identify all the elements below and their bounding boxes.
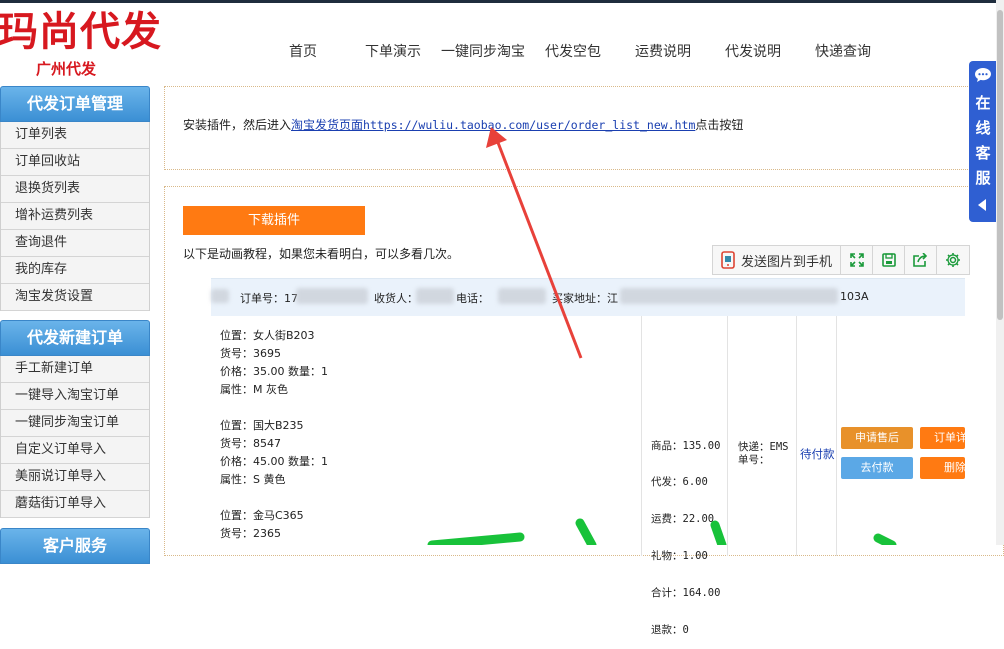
order-number-label: 订单号：17 [240,292,298,305]
expand-icon [849,253,864,267]
online-service-label: 在 线 客 服 [975,94,991,187]
nav-shipping-fee[interactable]: 运费说明 [635,42,691,62]
sidebar-item-order-recycle[interactable]: 订单回收站 [1,149,149,176]
sidebar-item-taobao-ship-settings[interactable]: 淘宝发货设置 [1,284,149,311]
item-location: 位置：女人街B203 [220,329,315,342]
column-divider [796,316,797,556]
shipping-express: 快递：EMS [738,441,789,453]
receiver-label: 收货人： [374,292,418,305]
online-service-widget[interactable]: 在 线 客 服 [969,61,997,222]
download-plugin-button[interactable]: 下载插件 [183,206,365,235]
sidebar-item-meilishuo-import[interactable]: 美丽说订单导入 [1,464,149,491]
item-attributes: 属性：S 黄色 [220,473,286,486]
sidebar-item-extra-fees[interactable]: 增补运费列表 [1,203,149,230]
sidebar-item-manual-order[interactable]: 手工新建订单 [1,356,149,383]
column-divider [836,316,837,556]
blurred-order-number [296,288,368,304]
summary-freight: 运费：22.00 [651,513,715,526]
shipping-info: 快递：EMS 单号： [738,441,788,466]
address-prefix: 江 [607,292,618,305]
save-button[interactable] [873,246,906,274]
summary-goods: 商品：135.00 [651,439,721,452]
image-toolbar: 发送图片到手机 [712,245,971,275]
item-location: 位置：国大B235 [220,419,304,432]
sidebar-item-custom-import[interactable]: 自定义订单导入 [1,437,149,464]
order-status-link[interactable]: 待付款 [800,446,835,462]
nav-express-query[interactable]: 快递查询 [815,42,871,62]
summary-dropship: 代发：6.00 [651,476,708,489]
taobao-ship-page-link[interactable]: 淘宝发货页面 [291,118,363,132]
order-detail-button[interactable]: 订单详 [920,427,965,449]
sidebar-section-new-order[interactable]: 代发新建订单 [0,320,150,356]
phone-label: 电话： [456,292,489,305]
column-divider [727,316,728,556]
sidebar-item-query-returns[interactable]: 查询退件 [1,230,149,257]
page-scrollbar-thumb[interactable] [997,10,1003,320]
instructions-suffix: 点击按钮 [695,118,744,132]
blurred-phone [498,288,546,304]
sidebar-section-order-manage[interactable]: 代发订单管理 [0,86,150,122]
chat-bubble-icon [975,68,991,82]
nav-sync-taobao[interactable]: 一键同步淘宝 [441,42,525,62]
save-icon [881,253,896,267]
send-to-phone-label: 发送图片到手机 [741,254,833,270]
install-instructions: 安装插件，然后进入淘宝发货页面https://wuliu.taobao.com/… [183,116,743,134]
top-border [0,0,1004,3]
phone-icon [721,251,735,269]
apply-after-sale-button[interactable]: 申请售后 [841,427,913,449]
sidebar-item-order-list[interactable]: 订单列表 [1,122,149,149]
tutorial-tip: 以下是动画教程，如果您未看明白，可以多看几次。 [183,247,460,261]
order-item: 位置：金马C365 货号：2365 [220,507,304,543]
sidebar-item-sync-taobao[interactable]: 一键同步淘宝订单 [1,410,149,437]
share-button[interactable] [905,246,938,274]
item-attributes: 属性：M 灰色 [220,383,288,396]
sidebar-item-mogujie-import[interactable]: 蘑菇街订单导入 [1,491,149,518]
order-item: 位置：女人街B203 货号：3695 价格：35.00 数量：1 属性：M 灰色 [220,327,328,399]
nav-order-demo[interactable]: 下单演示 [365,42,421,62]
taobao-ship-url-link[interactable]: https://wuliu.taobao.com/user/order_list… [363,118,695,132]
summary-gift: 礼物：1.00 [651,550,708,563]
order-item: 位置：国大B235 货号：8547 价格：45.00 数量：1 属性：S 黄色 [220,417,328,489]
site-logo[interactable]: 玛尚代发 [0,8,162,56]
settings-button[interactable] [937,246,969,274]
column-divider [641,316,642,556]
shipping-tracking-no: 单号： [738,453,770,466]
sidebar-section-customer-service[interactable]: 客户服务 [0,528,150,564]
nav-empty-package[interactable]: 代发空包 [545,42,601,62]
item-sku: 货号：3695 [220,347,281,360]
instructions-prefix: 安装插件，然后进入 [183,118,292,132]
order-price-summary: 商品：135.00 代发：6.00 运费：22.00 礼物：1.00 合计：16… [651,415,720,649]
sidebar-list-new-order: 手工新建订单 一键导入淘宝订单 一键同步淘宝订单 自定义订单导入 美丽说订单导入… [0,356,150,518]
item-sku: 货号：8547 [220,437,281,450]
sidebar-item-inventory[interactable]: 我的库存 [1,257,149,284]
blurred-checkbox [211,289,229,303]
address-suffix: 103A [840,290,869,303]
sidebar-list-order-manage: 订单列表 订单回收站 退换货列表 增补运费列表 查询退件 我的库存 淘宝发货设置 [0,122,150,311]
sidebar-item-import-taobao[interactable]: 一键导入淘宝订单 [1,383,149,410]
blurred-address [620,288,838,304]
delete-order-button[interactable]: 删除 [920,457,965,479]
go-pay-button[interactable]: 去付款 [841,457,913,479]
item-price-qty: 价格：35.00 数量：1 [220,365,328,378]
summary-refund: 退款：0 [651,624,689,637]
share-icon [913,253,928,267]
summary-total: 合计：164.00 [651,587,721,600]
nav-dropship-info[interactable]: 代发说明 [725,42,781,62]
collapse-arrow-icon [978,199,986,211]
sidebar-item-returns[interactable]: 退换货列表 [1,176,149,203]
item-price-qty: 价格：45.00 数量：1 [220,455,328,468]
blurred-receiver [416,288,454,304]
nav-home[interactable]: 首页 [289,42,317,62]
item-sku: 货号：2365 [220,527,281,540]
expand-button[interactable] [841,246,874,274]
address-label: 买家地址：江 [552,292,618,305]
send-to-phone-button[interactable]: 发送图片到手机 [713,246,842,274]
site-logo-subtitle: 广州代发 [36,60,97,78]
item-location: 位置：金马C365 [220,509,304,522]
settings-icon [946,253,961,267]
